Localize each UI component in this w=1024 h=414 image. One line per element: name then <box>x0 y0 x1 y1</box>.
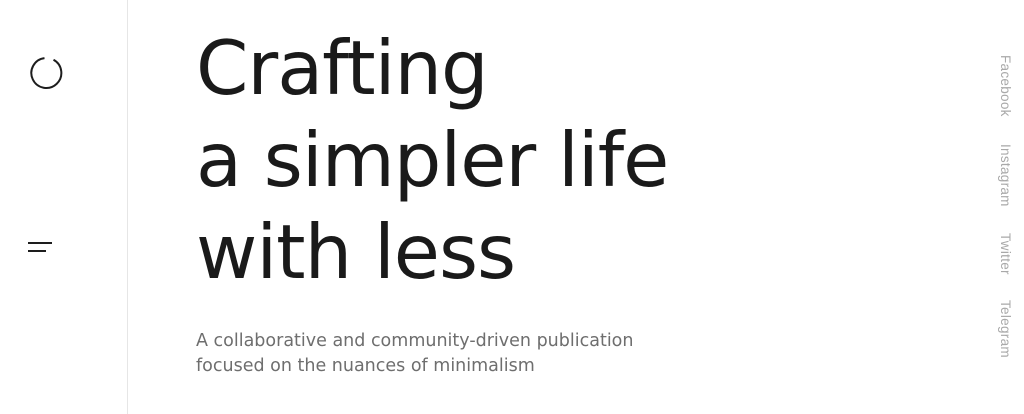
subtitle-line: focused on the nuances of minimalism <box>196 356 535 376</box>
logo-icon[interactable] <box>29 56 63 90</box>
headline-line: Crafting <box>196 24 489 112</box>
social-links: Facebook Instagram Twitter Telegram <box>984 0 1024 414</box>
social-link-telegram[interactable]: Telegram <box>998 300 1013 358</box>
subtitle-line: A collaborative and community-driven pub… <box>196 331 634 351</box>
social-link-instagram[interactable]: Instagram <box>998 144 1013 207</box>
headline-line: with less <box>196 208 516 296</box>
subtitle: A collaborative and community-driven pub… <box>196 329 676 379</box>
menu-button[interactable] <box>28 238 56 258</box>
sidebar <box>0 0 128 414</box>
headline-line: a simpler life <box>196 116 669 204</box>
social-link-facebook[interactable]: Facebook <box>998 55 1013 117</box>
menu-line-top <box>28 242 52 244</box>
hero: Crafting a simpler life with less <box>196 22 896 298</box>
social-link-twitter[interactable]: Twitter <box>998 233 1013 275</box>
menu-line-bottom <box>28 250 46 252</box>
page-title: Crafting a simpler life with less <box>196 22 896 298</box>
